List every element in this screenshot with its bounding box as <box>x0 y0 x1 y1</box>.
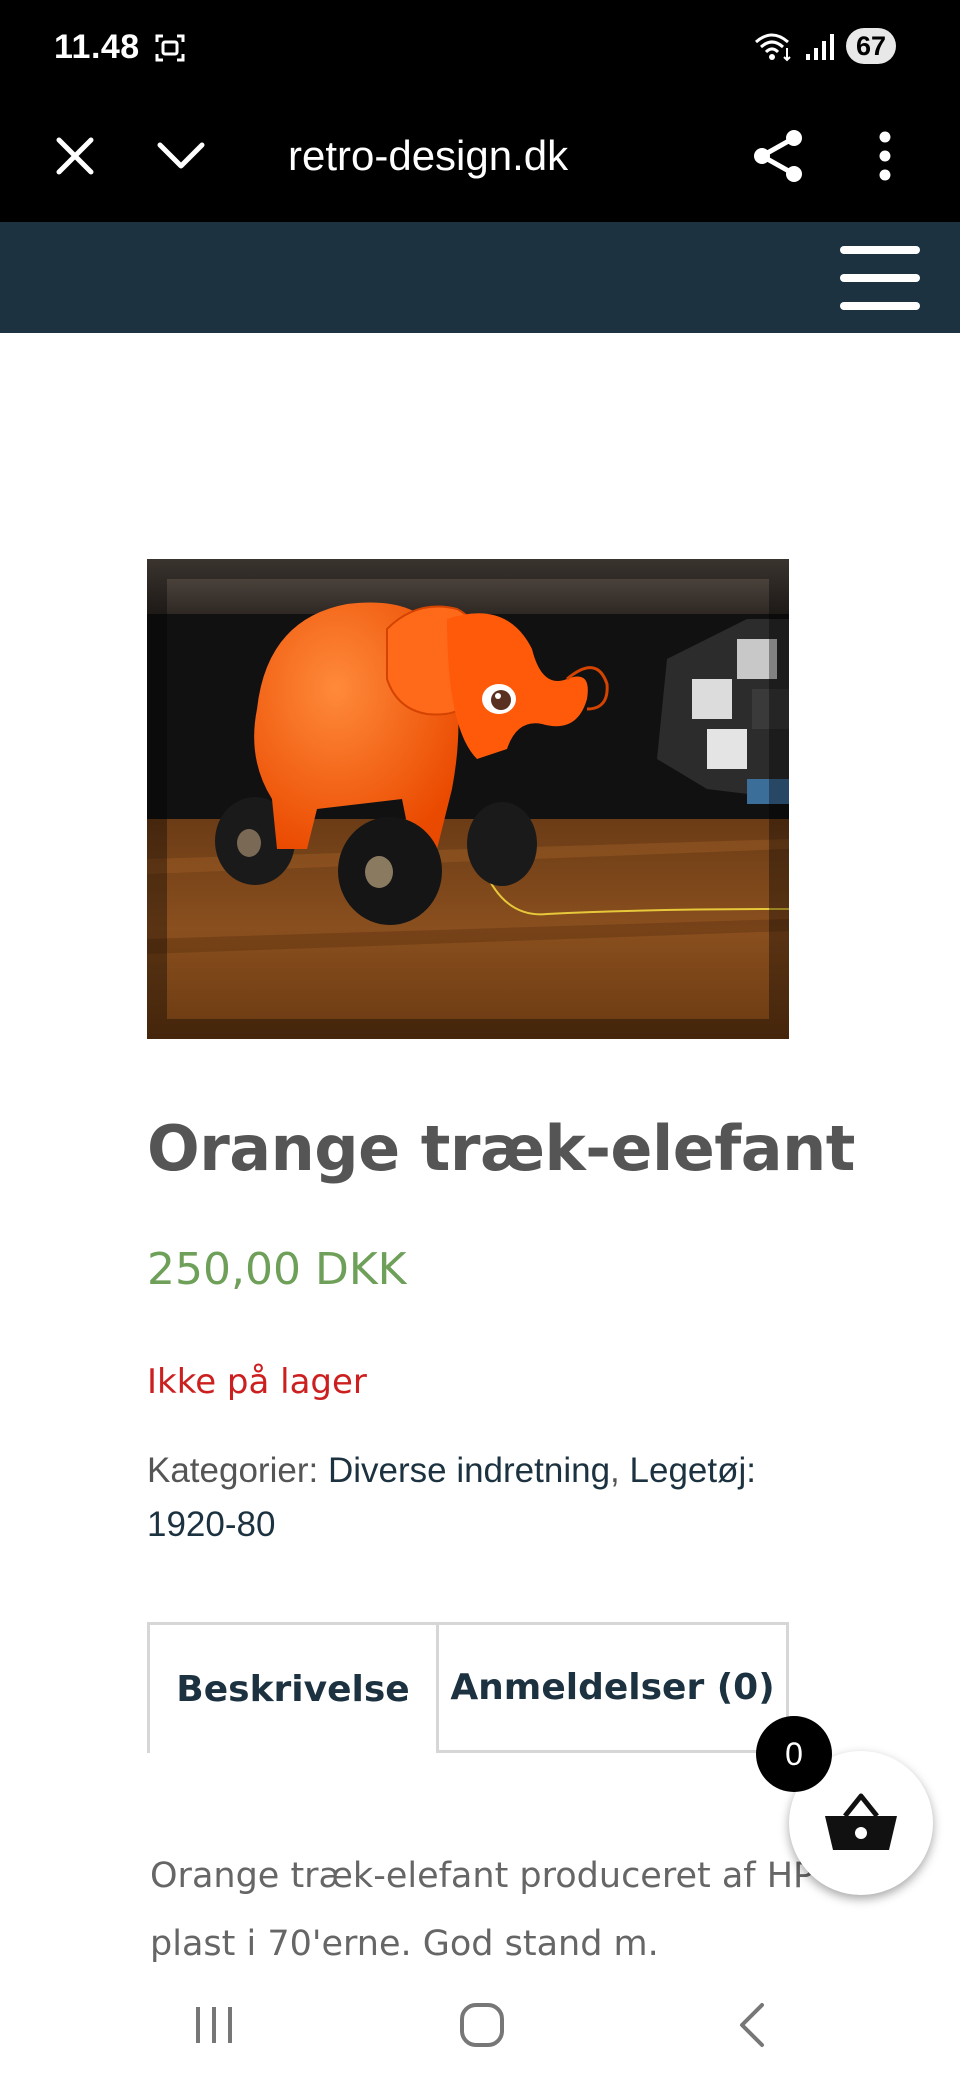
signal-icon <box>805 34 834 60</box>
orange-elephant-toy-photo <box>147 559 789 1039</box>
share-button[interactable] <box>744 121 814 191</box>
battery-icon: 67 <box>845 28 896 64</box>
status-bar: 11.48 67 <box>0 0 960 95</box>
share-icon <box>754 130 802 182</box>
basket-icon <box>825 1793 897 1850</box>
close-icon <box>56 137 94 175</box>
description-line-1: Orange træk-elefant produceret af HP <box>150 1856 815 1896</box>
browser-toolbar: retro-design.dk <box>0 95 960 222</box>
product-description: Orange træk-elefant produceret af HP pla… <box>150 1842 830 1978</box>
recent-apps-button[interactable] <box>174 1990 254 2060</box>
product-image[interactable] <box>147 559 789 1039</box>
site-header <box>0 222 960 333</box>
home-button[interactable] <box>442 1990 522 2060</box>
product-categories: Kategorier: Diverse indretning, Legetøj:… <box>147 1444 807 1552</box>
tab-reviews[interactable]: Anmeldelser (0) <box>436 1622 789 1753</box>
tab-description[interactable]: Beskrivelse <box>147 1622 439 1753</box>
category-link-diverse-indretning[interactable]: Diverse indretning <box>328 1451 610 1490</box>
hamburger-menu-icon[interactable] <box>840 246 920 310</box>
more-vertical-icon <box>879 131 891 181</box>
product-title: Orange træk-elefant <box>147 1112 855 1185</box>
screenshot-icon <box>155 34 185 62</box>
system-nav-bar <box>0 1968 960 2080</box>
stock-status: Ikke på lager <box>147 1362 367 1402</box>
status-time: 11.48 <box>54 28 140 66</box>
product-price: 250,00 DKK <box>147 1244 407 1295</box>
wifi-icon <box>754 33 791 62</box>
cart-count-badge: 0 <box>756 1716 832 1792</box>
chevron-down-icon <box>157 142 205 169</box>
url-text[interactable]: retro-design.dk <box>288 121 568 191</box>
product-tabs: Beskrivelse Anmeldelser (0) <box>147 1622 789 1753</box>
status-right: 67 <box>754 28 896 64</box>
collapse-button[interactable] <box>146 121 216 191</box>
categories-label: Kategorier: <box>147 1451 319 1490</box>
back-icon <box>740 2003 764 2047</box>
close-button[interactable] <box>40 121 110 191</box>
category-separator: , <box>610 1451 620 1490</box>
back-button[interactable] <box>712 1990 792 2060</box>
home-icon <box>460 2003 504 2047</box>
more-button[interactable] <box>850 121 920 191</box>
recent-apps-icon <box>196 2007 232 2043</box>
